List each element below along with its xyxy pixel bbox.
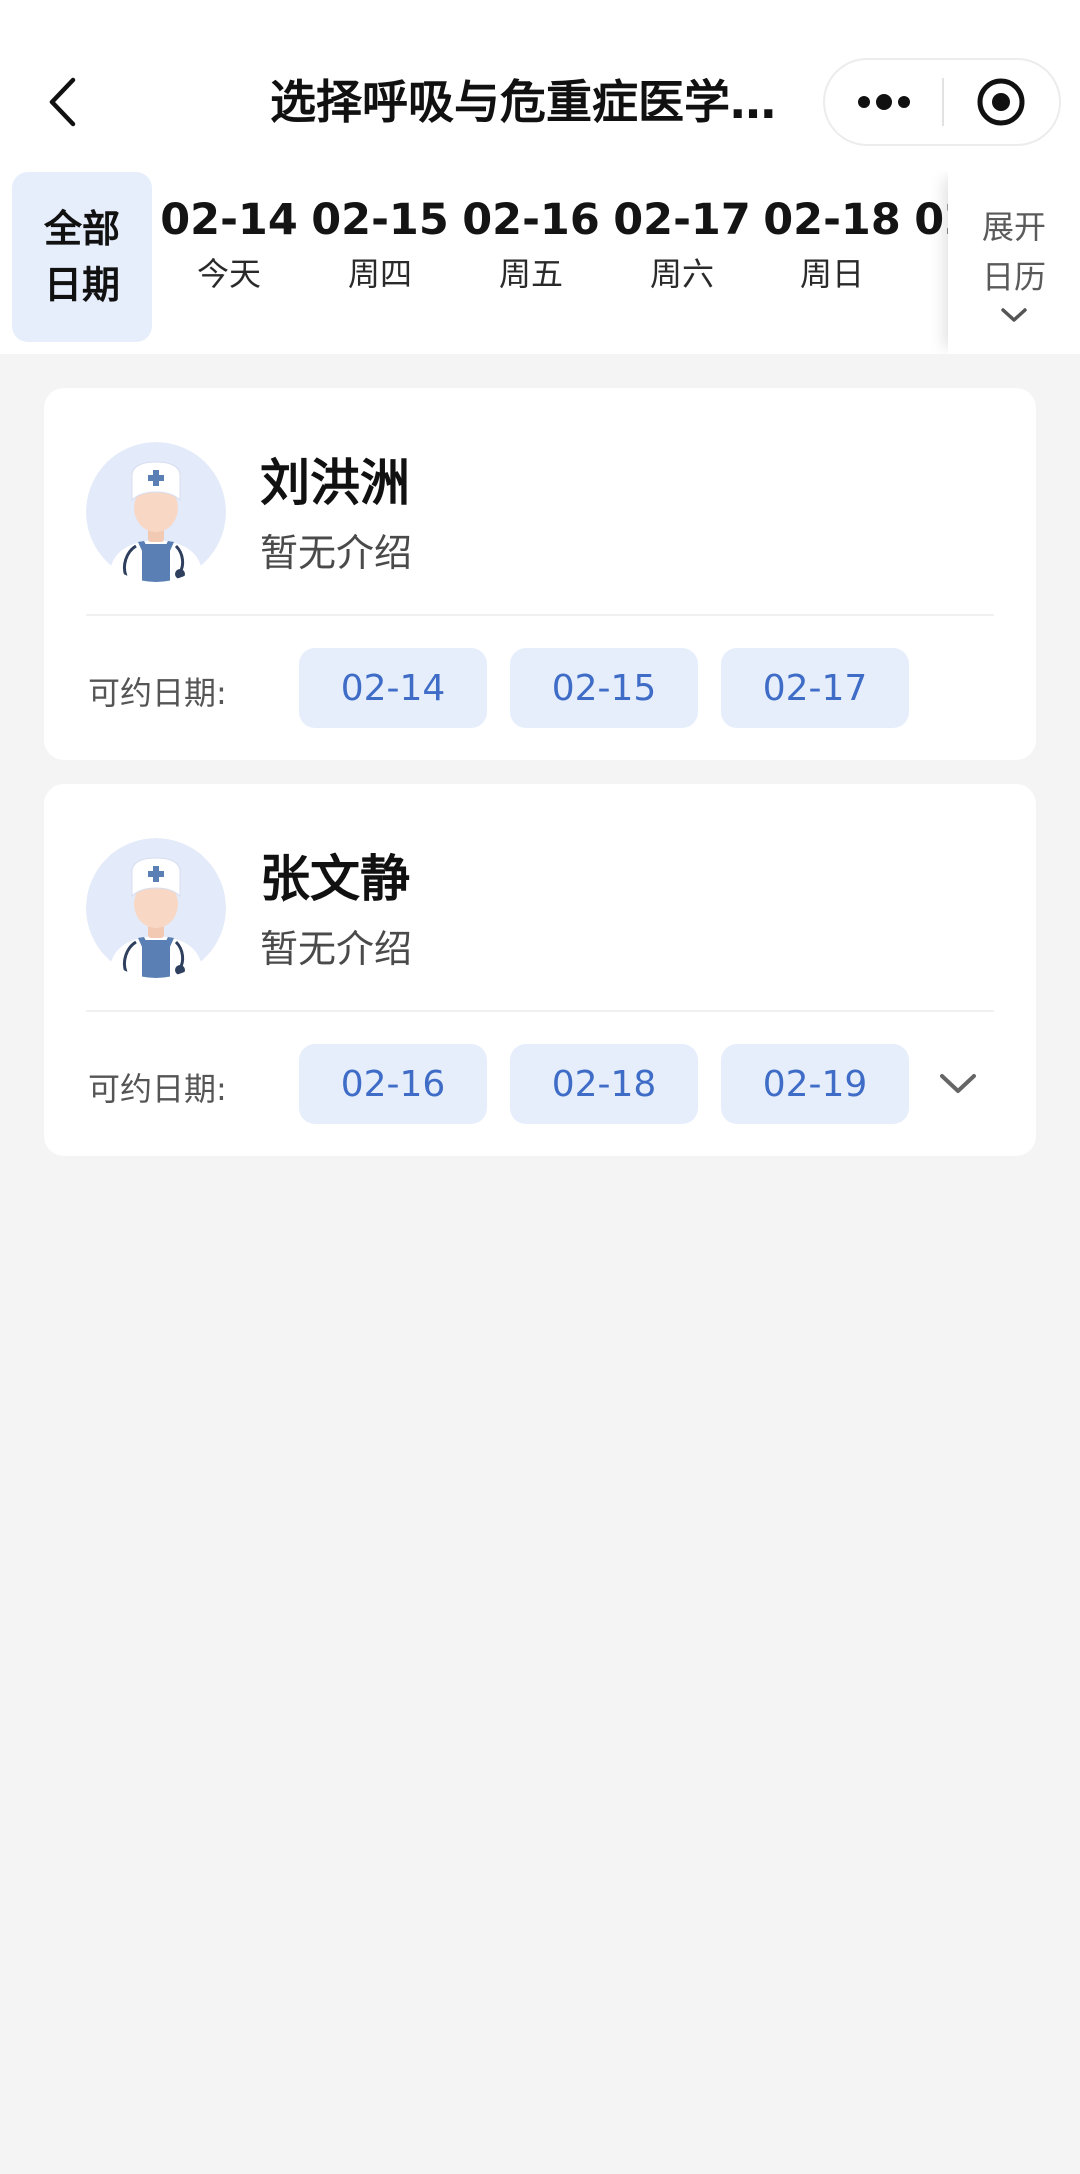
date-tab[interactable]: 02-17 周六 — [607, 192, 757, 332]
doctor-name: 刘洪洲 — [260, 454, 410, 512]
date-tab-weekday: 周四 — [347, 255, 412, 293]
date-tab-weekday: 周六 — [649, 255, 714, 293]
date-tab[interactable]: 02-16 周五 — [456, 192, 606, 332]
date-tab-date: 02-14 — [160, 195, 298, 245]
all-dates-tab[interactable]: 全部 日期 — [12, 172, 152, 342]
date-tab[interactable]: 02-14 今天 — [154, 192, 304, 332]
all-dates-label-line1: 全部 — [43, 207, 120, 251]
expand-calendar-label-line2: 日历 — [981, 258, 1046, 296]
card-divider — [86, 614, 994, 616]
chevron-left-icon — [49, 77, 76, 127]
date-tab-date: 02-15 — [311, 195, 449, 245]
available-date-chip[interactable]: 02-17 — [721, 648, 909, 728]
doctor-avatar — [86, 838, 226, 978]
doctor-intro: 暂无介绍 — [260, 531, 413, 575]
available-date-chip[interactable]: 02-18 — [510, 1044, 698, 1124]
more-dots-icon — [857, 94, 910, 110]
date-filter-strip: 全部 日期 02-14 今天 02-15 周四 02-16 周五 02-17 周… — [0, 172, 1080, 354]
expand-dates-button[interactable] — [934, 1060, 982, 1108]
date-tab-date: 02-18 — [763, 195, 901, 245]
available-date-chip[interactable]: 02-14 — [299, 648, 487, 728]
all-dates-label-line2: 日期 — [43, 263, 120, 307]
available-date-chip[interactable]: 02-15 — [510, 648, 698, 728]
doctor-card[interactable]: 刘洪洲 暂无介绍 可约日期: 02-14 02-15 02-17 — [44, 388, 1036, 760]
date-tab-date: 02-17 — [613, 195, 751, 245]
close-mini-program-button[interactable] — [944, 60, 1059, 144]
available-dates-label: 可约日期: — [88, 674, 227, 712]
chevron-down-icon — [940, 1074, 976, 1093]
card-divider — [86, 1010, 994, 1012]
doctor-intro: 暂无介绍 — [260, 927, 413, 971]
doctor-avatar-icon — [86, 442, 226, 582]
available-dates-label: 可约日期: — [88, 1070, 227, 1108]
doctor-avatar — [86, 442, 226, 582]
mini-program-capsule — [823, 58, 1061, 146]
date-tab-weekday: 今天 — [196, 255, 261, 293]
date-tab[interactable]: 02-18 周日 — [757, 192, 907, 332]
more-button[interactable] — [825, 60, 942, 144]
date-tab-weekday: 周五 — [498, 255, 563, 293]
doctor-card[interactable]: 张文静 暂无介绍 可约日期: 02-16 02-18 02-19 — [44, 784, 1036, 1156]
date-tab-weekday: 周日 — [799, 255, 864, 293]
target-circle-icon — [977, 78, 1025, 126]
date-tab[interactable]: 02-15 周四 — [305, 192, 455, 332]
doctor-name: 张文静 — [260, 850, 410, 908]
back-button[interactable] — [40, 72, 84, 132]
doctor-avatar-icon — [86, 838, 226, 978]
chevron-down-icon — [1001, 308, 1027, 322]
page-title: 选择呼吸与危重症医学科医生 — [270, 75, 805, 129]
available-date-chip[interactable]: 02-16 — [299, 1044, 487, 1124]
date-tab-date: 02-16 — [462, 195, 600, 245]
expand-calendar-button[interactable]: 展开 日历 — [948, 172, 1080, 354]
nav-bar: 选择呼吸与危重症医学科医生 — [0, 0, 1080, 172]
expand-calendar-label-line1: 展开 — [981, 208, 1046, 246]
available-date-chip[interactable]: 02-19 — [721, 1044, 909, 1124]
